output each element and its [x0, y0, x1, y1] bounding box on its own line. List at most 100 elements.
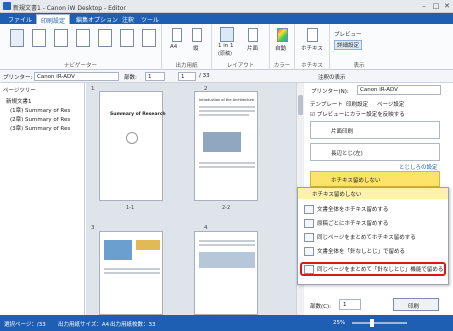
page-thumbnail-4[interactable]	[194, 231, 258, 315]
duplex-icon[interactable]	[248, 28, 258, 42]
n-up-icon[interactable]	[220, 27, 234, 42]
tab-annotation[interactable]: 注釈	[118, 14, 138, 24]
staple-option[interactable]: ホチキス留めしない	[298, 188, 448, 199]
duplex-button[interactable]: 片面	[247, 44, 258, 52]
page2-photo	[203, 132, 241, 152]
page-thumbnail-2[interactable]: Introduction of the Architecture Drawing	[194, 91, 258, 201]
status-bar: 選択ページ：/33 出力用紙サイズ：A4 出力用紙枚数：33 25%	[0, 315, 453, 331]
app-icon	[3, 2, 11, 10]
doc-title: Summary of Research	[110, 112, 166, 117]
paper-group: A4 縦 出力用紙	[162, 24, 212, 70]
scroll-thumb[interactable]	[298, 95, 303, 115]
tab-edit-options[interactable]: 編集オプション	[72, 14, 122, 24]
status-paper-size: 出力用紙サイズ：A4	[58, 322, 110, 328]
page-icon-2[interactable]	[54, 29, 68, 47]
staple-option-icon	[304, 205, 314, 214]
page-icon[interactable]	[32, 29, 46, 47]
binding-dropdown[interactable]: 長辺とじ(左)	[310, 143, 440, 161]
page3-image-2	[136, 240, 160, 250]
page-tree-header: ページツリー	[3, 88, 36, 94]
printer-label: プリンター:	[3, 75, 33, 81]
staple-option[interactable]: 文書全体を「針なしとじ」で留める	[304, 247, 405, 256]
status-selected-pages: 選択ページ：/33	[4, 322, 46, 328]
right-printer-label: プリンター(N):	[311, 89, 349, 95]
n-up-sub: (原稿)	[218, 51, 232, 57]
tree-item-root[interactable]: 新規文書1	[6, 97, 32, 105]
staple-option-highlighted[interactable]: 同じページをまとめて「針なしとじ」機能で留める	[300, 262, 446, 276]
tab-page-setup[interactable]: ページ設定	[377, 100, 404, 108]
zoom-slider-thumb[interactable]	[370, 319, 374, 327]
detail-settings-toggle[interactable]: 詳細設定	[334, 40, 363, 50]
staple-option-icon	[304, 219, 314, 228]
tab-print-settings[interactable]: 印刷設定	[36, 14, 71, 25]
tab-tools[interactable]: ツール	[137, 14, 163, 24]
paper-size-icon[interactable]	[172, 28, 182, 42]
page-input[interactable]: 1	[178, 72, 196, 81]
page3-image	[104, 240, 132, 260]
staple-icon[interactable]	[307, 28, 318, 42]
close-button[interactable]: ✕	[441, 1, 453, 11]
orientation-button[interactable]: 縦	[193, 44, 199, 52]
zoom-slider[interactable]	[352, 322, 407, 324]
annotation-display-toggle[interactable]: 注釈の表示	[318, 73, 346, 81]
duplex-dropdown[interactable]: 片面印刷	[310, 121, 440, 139]
staple-option-label: 文書全体を「針なしとじ」で留める	[317, 249, 406, 255]
page2-title: Introduction of the Architecture Drawing	[199, 98, 255, 102]
staple-group-label: ホチキス	[301, 63, 323, 69]
right-copies-input[interactable]: 1	[339, 299, 361, 310]
tab-template[interactable]: テンプレート	[310, 100, 343, 108]
navigator-group-label: ナビゲーター	[63, 63, 97, 69]
page-icon-5[interactable]	[120, 29, 134, 47]
staple-dropdown[interactable]: ホチキス留めしない	[310, 171, 440, 187]
binding-margin-link[interactable]: とじしろの設定	[399, 163, 438, 171]
page-sub-label: 2-2	[222, 205, 231, 211]
staple-options-list: ホチキス留めしない 文書全体をホチキス留めする 原稿ごとにホチキス留めする 同じ…	[297, 187, 449, 285]
page-thumbnail-1[interactable]: Summary of Research	[99, 91, 166, 201]
color-group-label: カラー	[273, 63, 291, 69]
page-number: 1	[91, 86, 95, 92]
ribbon: ナビゲーター A4 縦 出力用紙 1 in 1 (原稿) 片面 レイアウト 自動…	[0, 24, 453, 70]
orientation-icon[interactable]	[192, 28, 202, 42]
tab-print[interactable]: 印刷設定	[346, 100, 368, 108]
minimize-button[interactable]: –	[418, 1, 430, 11]
page4-table	[199, 252, 255, 268]
right-printer-select[interactable]: Canon iR-ADV	[357, 85, 441, 95]
paper-group-label: 出力用紙	[175, 63, 198, 69]
status-page-count: 出力用紙枚数：33	[110, 322, 156, 328]
staple-option[interactable]: 原稿ごとにホチキス留めする	[304, 219, 388, 228]
color-button[interactable]: 自動	[275, 44, 286, 52]
window-title: 新規文書1 - Canon iW Desktop - Editor	[13, 5, 126, 12]
tab-file[interactable]: ファイル	[4, 14, 36, 24]
preview-color-checkbox[interactable]: ☑ プレビューにカラー設定を反映する	[310, 110, 405, 118]
preview-toggle[interactable]: プレビュー	[334, 30, 362, 38]
copies-input[interactable]: 1	[145, 72, 165, 81]
staple-button[interactable]: ホチキス	[301, 44, 323, 52]
ribbon-tabs: ファイル 印刷設定 編集オプション 注釈 ツール	[0, 13, 453, 25]
tree-item-ch1[interactable]: (1章) Summary of Res	[10, 106, 70, 114]
page-icon-6[interactable]	[142, 29, 156, 47]
n-up-button[interactable]: 1 in 1	[218, 43, 234, 49]
staple-option[interactable]: 同じページをまとめてホチキス留めする	[304, 233, 416, 242]
tree-item-ch3[interactable]: (3章) Summary of Res	[10, 124, 70, 132]
staple-option-label: 文書全体をホチキス留めする	[317, 207, 389, 213]
copies-label: 部数:	[124, 75, 137, 81]
staple-option-icon	[304, 247, 314, 256]
preview-area: 1 Summary of Research 1-1 2 Introduction…	[86, 83, 304, 315]
zoom-level[interactable]: 25%	[333, 320, 345, 326]
paper-size-button[interactable]: A4	[170, 44, 177, 50]
staple-group: ホチキス ホチキス	[295, 24, 330, 70]
view-group-label: 表示	[353, 63, 365, 69]
page-sub-label: 1-1	[126, 205, 135, 211]
color-icon[interactable]	[277, 28, 288, 42]
color-group: 自動 カラー	[270, 24, 295, 70]
staple-option[interactable]: 文書全体をホチキス留めする	[304, 205, 388, 214]
navigator-icon[interactable]	[10, 29, 24, 47]
print-button[interactable]: 印刷	[393, 298, 439, 311]
page-tree-pane: ページツリー 新規文書1 (1章) Summary of Res (2章) Su…	[0, 83, 85, 315]
page-icon-4[interactable]	[98, 29, 112, 47]
page-thumbnail-3[interactable]	[99, 231, 163, 315]
printer-select[interactable]: Canon iR-ADV	[34, 72, 119, 81]
tree-item-ch2[interactable]: (2章) Summary of Res	[10, 115, 70, 123]
page-icon-3[interactable]	[76, 29, 90, 47]
logo-icon	[126, 132, 138, 144]
